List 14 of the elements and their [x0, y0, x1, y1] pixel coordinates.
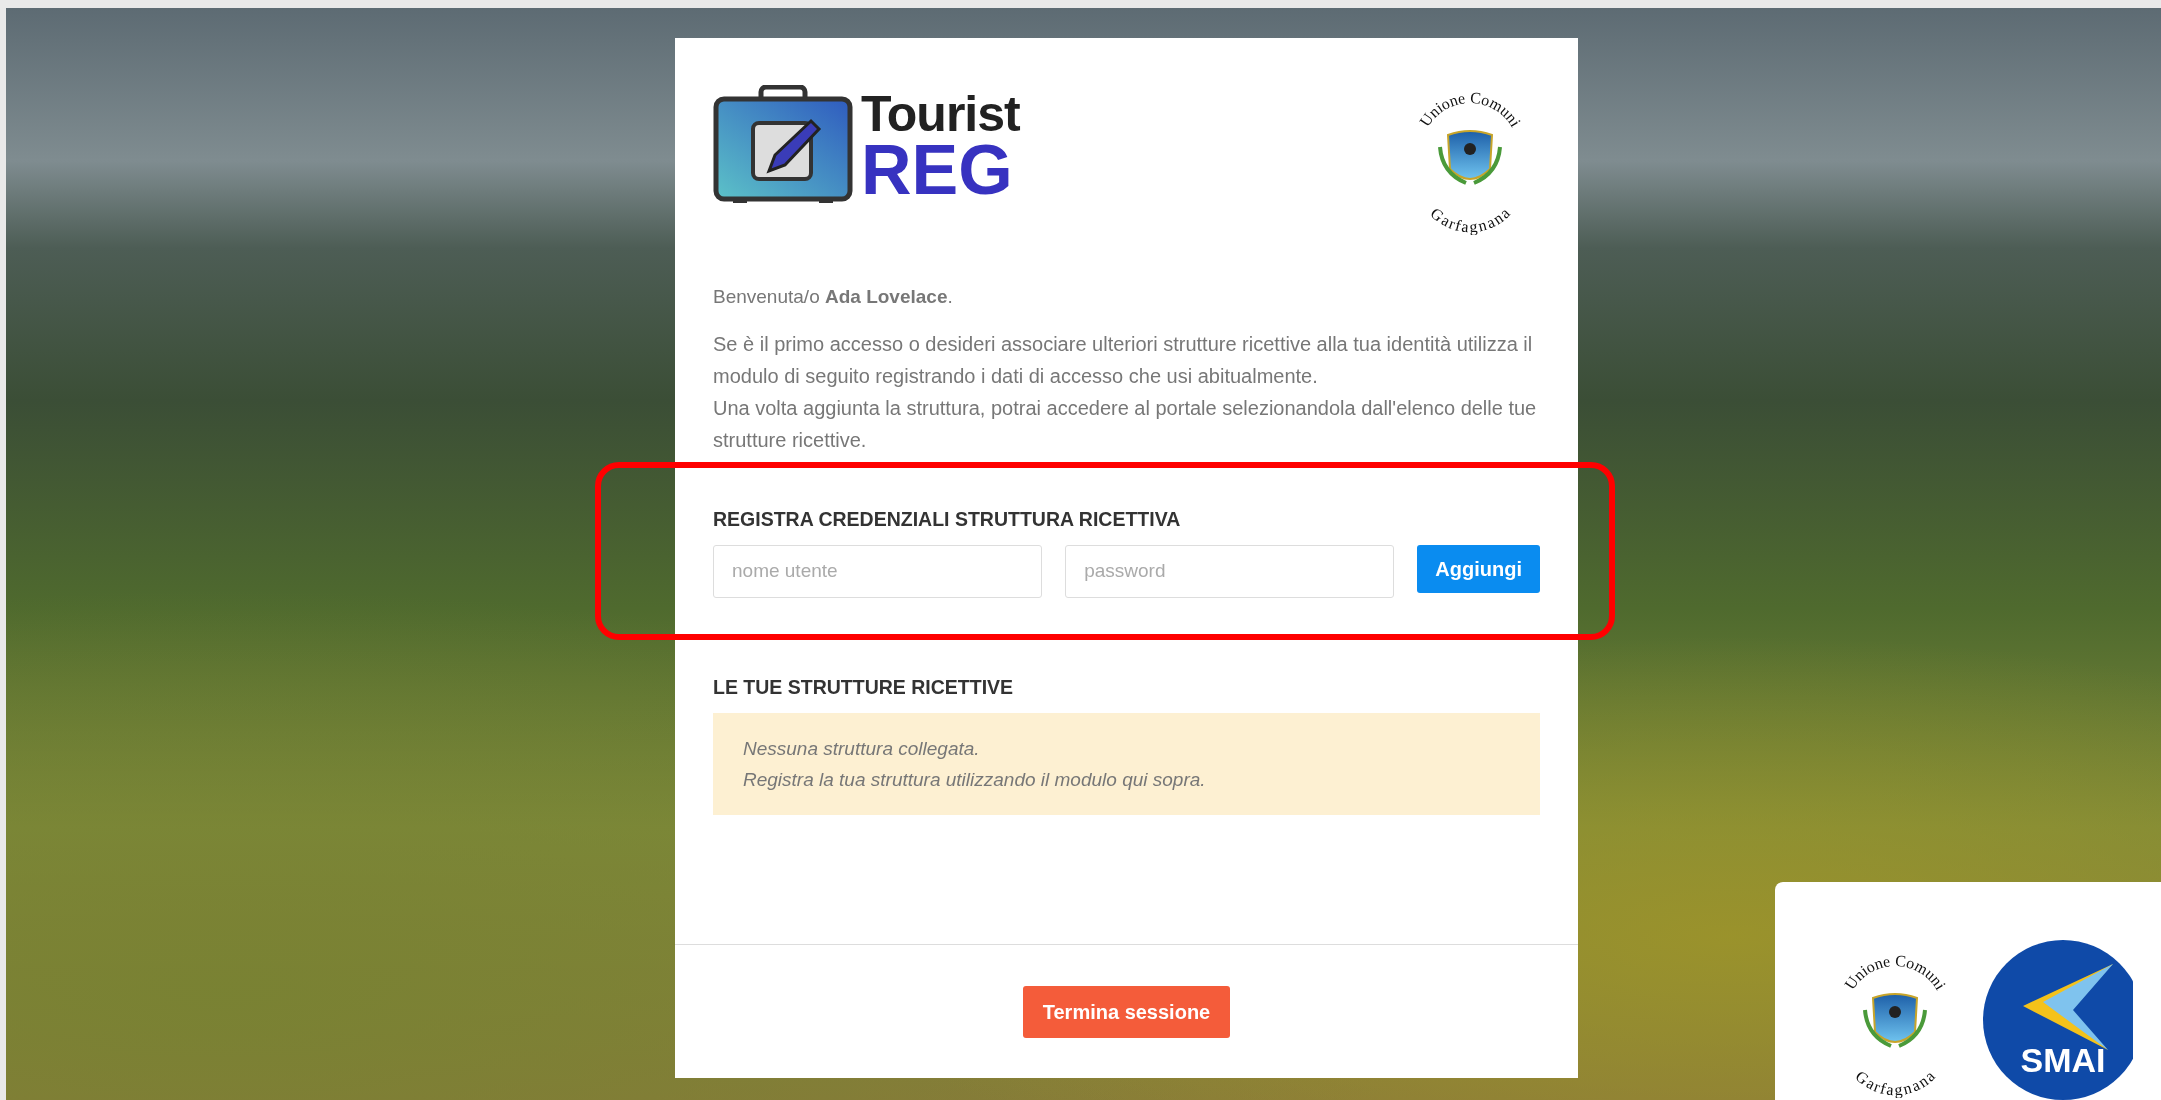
logo-text: REG [861, 138, 1013, 202]
empty-state-notice: Nessuna struttura collegata. Registra la tua struttura utilizzando il modulo qui sopra. [713, 713, 1540, 816]
suitcase-pencil-icon [713, 85, 853, 205]
input-field[interactable]: nome utente [713, 544, 1043, 598]
section-heading: REGISTRA CREDENZIALI STRUTTURA RICETTIVA [713, 507, 1182, 531]
logo-text: Tourist [861, 88, 1020, 139]
logout-button[interactable]: Termina sessione [1022, 985, 1231, 1038]
smai-logo: SMAI [1983, 940, 2133, 1100]
section-heading: LE TUE STRUTTURE RICETTIVE [713, 675, 1015, 700]
welcome-text: Benvenuta/o Ada Lovelace. [713, 285, 954, 309]
intro-paragraph: Una volta aggiunta la struttura, potrai accedere al portale selezionandola dall'elenco delle tue strutture ricettive. [713, 395, 1538, 453]
add-button[interactable]: Aggiungi [1417, 544, 1540, 593]
input-field[interactable]: password [1065, 544, 1395, 598]
intro-paragraph: Se è il primo accesso o desideri associare ulteriori strutture ricettive alla tua identità utilizza il modulo di seguito registrando i dati di accesso che usi abitualmente. [713, 331, 1534, 389]
